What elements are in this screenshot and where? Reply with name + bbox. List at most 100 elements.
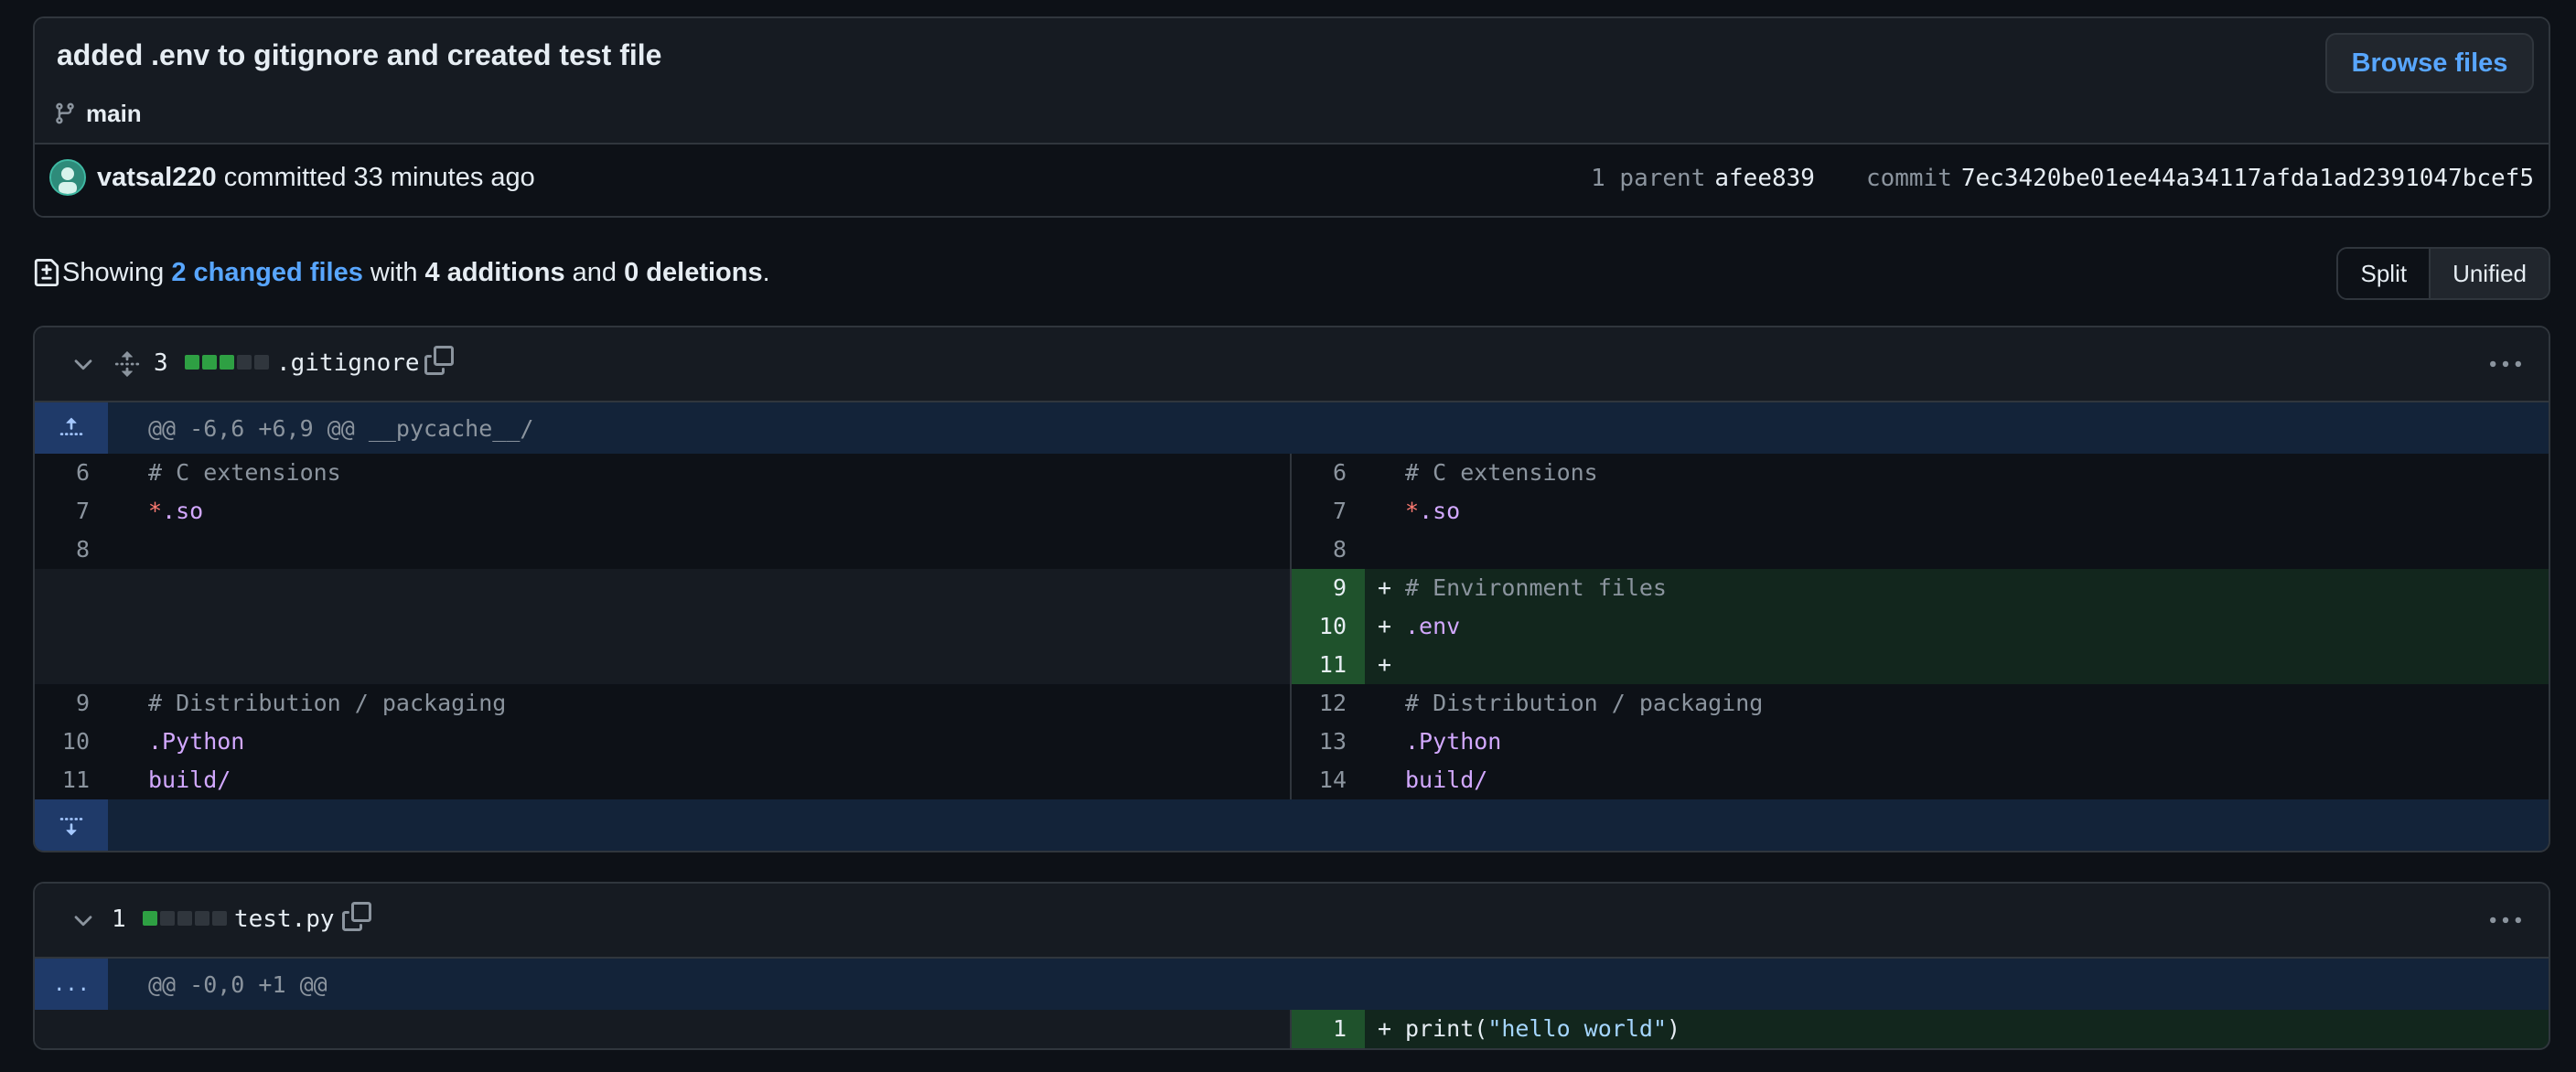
code-line: # C extensions (148, 459, 341, 486)
diff-summary: Showing 2 changed files with 4 additions… (33, 254, 770, 291)
split-view-button[interactable]: Split (2338, 249, 2430, 298)
left-line: 6 # C extensions (35, 454, 1292, 492)
branch-name[interactable]: main (86, 100, 142, 128)
left-line: 11 build/ (35, 761, 1292, 799)
fold-up-icon (59, 417, 83, 435)
diff-row: 10 .Python 13 .Python (35, 723, 2549, 761)
diff-rows: 1 + print("hello world") (35, 1010, 2549, 1048)
diffstat-neutral-box (195, 911, 209, 926)
code-line: build/ (148, 766, 231, 793)
file-diff-icon (34, 259, 59, 286)
code-line: # Distribution / packaging (1405, 690, 1764, 716)
changed-files-link[interactable]: 2 changed files (171, 258, 363, 288)
diffstat-neutral-box (237, 355, 252, 370)
line-number[interactable]: 6 (35, 454, 108, 492)
line-number[interactable]: 11 (35, 761, 108, 799)
commit-time: committed 33 minutes ago (223, 163, 535, 192)
summary-and: and (572, 257, 617, 287)
line-number[interactable]: 7 (35, 492, 108, 531)
expand-up-button[interactable] (35, 402, 108, 454)
diff-rows: 6 # C extensions 6 # C extensions 7 *.so 7 *.so… (35, 454, 2549, 799)
file-diff-test-py: 1 test.py ... @@ -0,0 +1 @@ 1 + print("hel… (33, 882, 2550, 1050)
summary-prefix: Showing (62, 257, 165, 287)
parent-hash[interactable]: afee839 (1714, 165, 1815, 192)
fold-down-icon (59, 818, 83, 836)
browse-files-button[interactable]: Browse files (2325, 33, 2534, 93)
file-name[interactable]: .gitignore (276, 349, 420, 377)
additions-count: 4 additions (424, 257, 565, 287)
diffstat-neutral-box (177, 911, 192, 926)
left-line: 8 (35, 531, 1292, 569)
summary-period: . (762, 257, 770, 287)
diffstat-boxes (185, 355, 269, 370)
right-line: 9 + # Environment files (1292, 569, 2549, 607)
line-number[interactable]: 9 (1292, 569, 1365, 607)
line-number[interactable]: 12 (1292, 684, 1365, 723)
author-name[interactable]: vatsal220 (97, 163, 217, 192)
file-name[interactable]: test.py (234, 906, 335, 933)
diff-row: 9 + # Environment files (35, 569, 2549, 607)
right-line: 10 + .env (1292, 607, 2549, 646)
hunk-text: @@ -6,6 +6,9 @@ __pycache__/ (148, 414, 534, 442)
diffstat-added-box (185, 355, 199, 370)
copy-icon[interactable] (342, 902, 371, 931)
line-number[interactable]: 1 (1292, 1010, 1365, 1048)
line-number[interactable]: 8 (1292, 531, 1365, 569)
right-line: 7 *.so (1292, 492, 2549, 531)
file-diff-gitignore: 3 .gitignore @@ -6,6 +6,9 @@ __pycache__… (33, 326, 2550, 852)
parent-label: 1 parent (1591, 165, 1706, 192)
line-number[interactable]: 6 (1292, 454, 1365, 492)
diff-row: 10 + .env (35, 607, 2549, 646)
unified-view-button[interactable]: Unified (2429, 249, 2549, 298)
commit-hash: 7ec3420be01ee44a34117afda1ad2391047bcef5 (1960, 165, 2534, 192)
code-line: build/ (1405, 766, 1488, 793)
diffstat-boxes (143, 911, 227, 926)
diffstat-added-box (220, 355, 234, 370)
right-line: 11 + (1292, 646, 2549, 684)
chevron-down-icon[interactable] (70, 351, 97, 379)
commit-hashes: 1 parent afee839 commit 7ec3420be01ee44a… (1591, 165, 2534, 192)
added-marker: + (1378, 574, 1392, 601)
code-line: print("hello world") (1405, 1015, 1681, 1042)
kebab-horizontal-icon[interactable] (2490, 906, 2521, 937)
changes-count: 3 (154, 349, 168, 377)
line-number[interactable]: 10 (1292, 607, 1365, 646)
diffstat-added-box (143, 911, 157, 926)
line-number[interactable]: 8 (35, 531, 108, 569)
left-line: 7 *.so (35, 492, 1292, 531)
right-line: 6 # C extensions (1292, 454, 2549, 492)
copy-icon[interactable] (424, 346, 454, 375)
code-line: .Python (1405, 728, 1502, 755)
diff-row: 7 *.so 7 *.so (35, 492, 2549, 531)
diff-row: 6 # C extensions 6 # C extensions (35, 454, 2549, 492)
diffstat-neutral-box (160, 911, 175, 926)
left-line: 9 # Distribution / packaging (35, 684, 1292, 723)
line-number[interactable]: 14 (1292, 761, 1365, 799)
unfold-icon[interactable] (113, 349, 141, 379)
summary-with: with (370, 257, 418, 287)
right-line: 13 .Python (1292, 723, 2549, 761)
line-number[interactable]: 11 (1292, 646, 1365, 684)
line-number[interactable]: 10 (35, 723, 108, 761)
code-line: # C extensions (1405, 459, 1598, 486)
diffstat-added-box (202, 355, 217, 370)
chevron-down-icon[interactable] (70, 907, 97, 935)
kebab-horizontal-icon[interactable] (2490, 349, 2521, 381)
commit-title: added .env to gitignore and created test… (57, 38, 662, 71)
added-marker: + (1378, 651, 1392, 678)
left-line: 10 .Python (35, 723, 1292, 761)
diff-row: 11 + (35, 646, 2549, 684)
line-number[interactable]: 13 (1292, 723, 1365, 761)
line-number[interactable]: 7 (1292, 492, 1365, 531)
line-number[interactable]: 9 (35, 684, 108, 723)
hunk-header: @@ -6,6 +6,9 @@ __pycache__/ (35, 402, 2549, 454)
branch-label[interactable]: main (53, 97, 142, 130)
expand-down-button[interactable] (35, 799, 108, 851)
commit-title-bar: added .env to gitignore and created test… (35, 18, 2549, 145)
code-line: .Python (148, 728, 245, 755)
avatar[interactable] (49, 159, 86, 196)
left-line (35, 607, 1292, 646)
expand-all-button[interactable]: ... (35, 959, 108, 1010)
hunk-header: ... @@ -0,0 +1 @@ (35, 959, 2549, 1010)
code-line: .env (1405, 613, 1461, 639)
